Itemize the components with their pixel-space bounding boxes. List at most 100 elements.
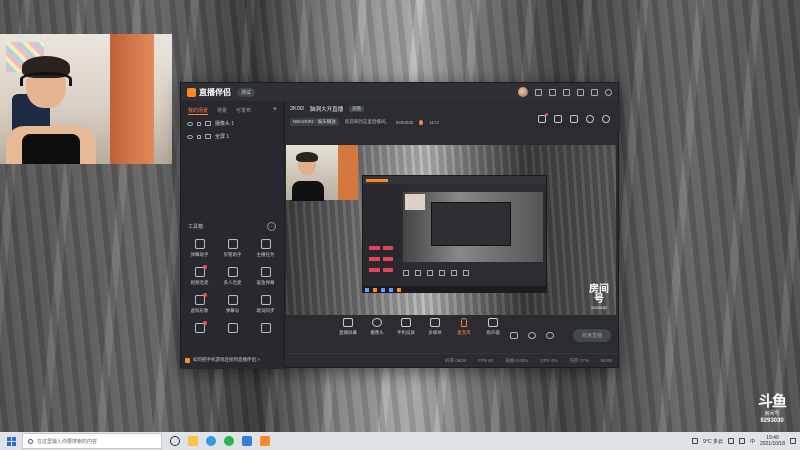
pinned-apps <box>170 436 270 446</box>
webcam-overlay <box>0 34 172 164</box>
source-item[interactable]: 摄像头 1 <box>181 115 284 128</box>
lock-icon[interactable] <box>197 134 201 139</box>
clock-icon <box>227 323 238 333</box>
share-icon[interactable] <box>570 115 578 123</box>
category-pill[interactable]: NBA2K0l2 · 娱乐播放 <box>290 118 339 126</box>
phone-game-tip[interactable]: 如何把手机游戏连接到直播伴侣 > <box>185 357 260 363</box>
streaming-app-taskbar-icon[interactable] <box>260 436 270 446</box>
task-icon <box>260 239 271 249</box>
gift-icon[interactable] <box>538 113 548 123</box>
app-logo: 直播伴侣 <box>187 87 231 98</box>
watermark-sub: 房间号 <box>764 411 780 417</box>
tool-label: 鲨鱼弹幕 <box>256 280 275 285</box>
speaker-icon <box>488 318 498 327</box>
visibility-icon[interactable] <box>187 134 193 139</box>
tab-scenes[interactable]: 场景 <box>217 107 227 115</box>
tool-item[interactable]: 视频连麦 <box>183 265 216 289</box>
control-speaker[interactable]: 扬声器 <box>481 318 505 336</box>
maximize-button[interactable] <box>591 88 598 96</box>
control-screen[interactable]: 直播屏幕 <box>336 318 360 336</box>
person-shirt <box>22 134 80 164</box>
minimize-button[interactable] <box>577 88 584 96</box>
app-icon[interactable] <box>242 436 252 446</box>
settings-icon[interactable] <box>546 332 554 339</box>
add-source-button[interactable]: + <box>273 106 277 115</box>
media-icon <box>430 318 440 327</box>
plug-icon <box>260 323 271 333</box>
user-avatar[interactable] <box>518 87 528 97</box>
live-toggle-button[interactable]: 结束直播 <box>573 329 611 342</box>
tool-label: 弹幕助手 <box>190 252 209 257</box>
eye-icon[interactable] <box>528 332 536 339</box>
app-logo-icon <box>187 87 196 97</box>
control-camera[interactable]: 摄像头 <box>365 318 389 336</box>
control-mic[interactable]: 麦克风 <box>452 318 476 336</box>
tool-item[interactable]: 主播任务 <box>249 239 282 261</box>
status-bar: 码率 0kb/s FPS 60 丢帧 0.00% CPU 4% 内存 17% 00:00 <box>285 353 620 367</box>
lock-room-icon[interactable] <box>554 115 562 123</box>
source-item[interactable]: 全屏 1 <box>181 128 284 141</box>
toolbox-more-button[interactable]: ··· <box>267 222 276 231</box>
windows-logo-icon <box>6 436 16 446</box>
visibility-icon[interactable] <box>187 121 193 126</box>
menu-icon[interactable] <box>563 88 570 96</box>
tool-item[interactable]: 鲨鱼弹幕 <box>249 267 282 289</box>
toolbox-title: 工具箱 <box>188 224 204 230</box>
close-button[interactable] <box>605 88 612 96</box>
source-controls: 直播屏幕 摄像头 手机投屏 多媒体 麦克风 扬声器 <box>286 318 620 348</box>
scene-panel: 我的场景 场景 可发布 + 摄像头 1 全屏 1 工具箱 ··· 弹幕助手 房管助… <box>181 101 285 369</box>
network-icon[interactable] <box>727 438 734 444</box>
preview-webcam <box>286 145 358 201</box>
volume-icon[interactable] <box>738 438 745 444</box>
tool-item[interactable]: 多人连麦 <box>216 267 249 289</box>
control-label: 手机投屏 <box>397 330 415 335</box>
room-subtitle: 脑洞大开直播 <box>310 107 344 113</box>
tool-item[interactable]: 弹幕号 <box>216 295 249 317</box>
control-media[interactable]: 多媒体 <box>423 318 447 336</box>
file-explorer-icon[interactable] <box>188 436 198 446</box>
task-view-icon[interactable] <box>170 436 180 446</box>
tab-publishable[interactable]: 可发布 <box>236 107 251 115</box>
tool-label: 虚拟形象 <box>190 308 209 313</box>
watermark-room-id: 9293030 <box>760 418 784 424</box>
input-language[interactable]: 中 <box>750 438 755 445</box>
tool-item[interactable]: 歌词同步 <box>249 295 282 317</box>
tool-item[interactable] <box>183 321 216 345</box>
lock-icon[interactable] <box>197 121 201 126</box>
watermark-logo: 斗鱼 <box>757 393 787 410</box>
weather-text[interactable]: 9°C 多云 <box>703 438 723 445</box>
tool-item[interactable] <box>249 323 282 345</box>
clock[interactable]: 19:40 2021/10/18 <box>760 435 785 447</box>
tool-item[interactable]: 虚拟形象 <box>183 293 216 317</box>
toolbox-grid: 弹幕助手 房管助手 主播任务视频连麦 多人连麦 鲨鱼弹幕虚拟形象 弹幕号 歌词同步 <box>183 239 283 345</box>
notification-icon[interactable] <box>586 115 594 123</box>
popularity-count: 1172 <box>429 119 439 125</box>
wechat-icon[interactable] <box>224 436 234 446</box>
tool-item[interactable]: 弹幕助手 <box>183 239 216 261</box>
camera-source-icon <box>205 121 211 126</box>
skin-icon[interactable] <box>535 88 542 96</box>
system-tray: 9°C 多云 中 19:40 2021/10/18 <box>692 435 800 447</box>
status-item: FPS 60 <box>478 358 494 363</box>
tool-item[interactable] <box>216 323 249 345</box>
taskbar-search[interactable]: 在这里输入你要搜索的内容 <box>22 433 162 449</box>
message-icon[interactable] <box>549 88 556 96</box>
edge-icon[interactable] <box>206 436 216 446</box>
notification-center-icon[interactable] <box>790 438 796 444</box>
windows-taskbar: 在这里输入你要搜索的内容 9°C 多云 中 19:40 2021/10/18 <box>0 432 800 450</box>
stream-preview[interactable]: 房间号 9293030 <box>286 145 616 315</box>
douyu-watermark: 斗鱼 房间号 9293030 <box>744 394 800 432</box>
weather-icon[interactable] <box>692 438 699 444</box>
tab-my-scenes[interactable]: 我的场景 <box>188 107 209 115</box>
version-badge[interactable]: 测试 <box>237 87 256 97</box>
settings-gear-icon[interactable] <box>602 115 610 123</box>
tool-item[interactable]: 房管助手 <box>216 239 249 261</box>
source-label: 全屏 1 <box>215 134 230 140</box>
record-icon[interactable] <box>510 332 518 339</box>
room-tag[interactable]: 观看 <box>349 106 365 112</box>
control-phone-cast[interactable]: 手机投屏 <box>394 318 418 336</box>
control-label: 直播屏幕 <box>339 330 357 335</box>
start-button[interactable] <box>0 432 22 450</box>
room-title[interactable]: 2K0l2 <box>290 106 304 112</box>
streaming-app-window: 直播伴侣 测试 我的场景 场景 可发布 + 摄像头 1 全屏 1 工具箱 ···… <box>180 82 620 369</box>
